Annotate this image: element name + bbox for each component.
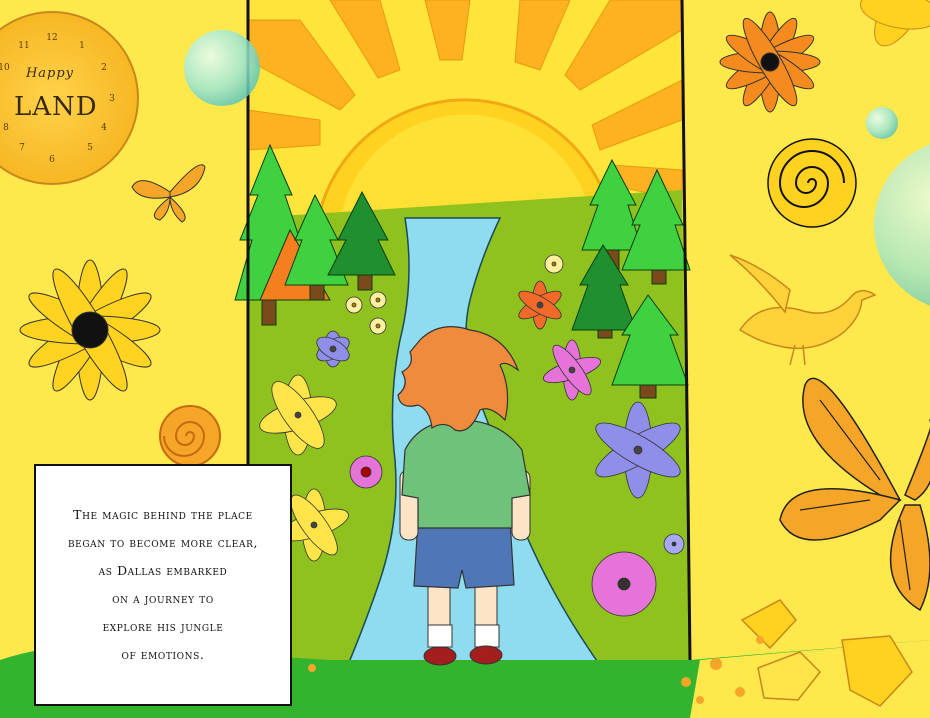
story-text-box: The magic behind the place began to beco… [34,464,292,706]
clock-numeral: 1 [79,41,85,51]
clock-numeral: 11 [18,41,29,51]
story-line: as Dallas embarked [98,563,228,578]
clock-numeral: 4 [101,123,107,133]
story-line: The magic behind the place [73,507,253,522]
bubble-large-left [184,30,260,106]
spiral-candy-left [159,405,221,467]
clock-numeral: 3 [109,94,115,104]
clock-numeral: 8 [3,123,9,133]
story-line: of emotions. [121,647,205,662]
clock-numeral: 12 [46,33,57,43]
spiral-right [767,138,857,228]
clock-numeral: 7 [19,143,25,153]
clock-numeral: 10 [0,63,10,73]
clock-numeral: 6 [49,155,55,165]
bubble-small-right [866,107,898,139]
story-line: began to become more clear, [67,535,259,550]
clock-title-happy: Happy [25,66,75,81]
clock-title-land: LAND [14,92,98,122]
story-line: explore his jungle [102,619,224,634]
clock-numeral: 5 [87,143,93,153]
clock-numeral: 2 [101,63,107,73]
right-panel [682,0,930,718]
story-line: on a journey to [112,591,214,606]
